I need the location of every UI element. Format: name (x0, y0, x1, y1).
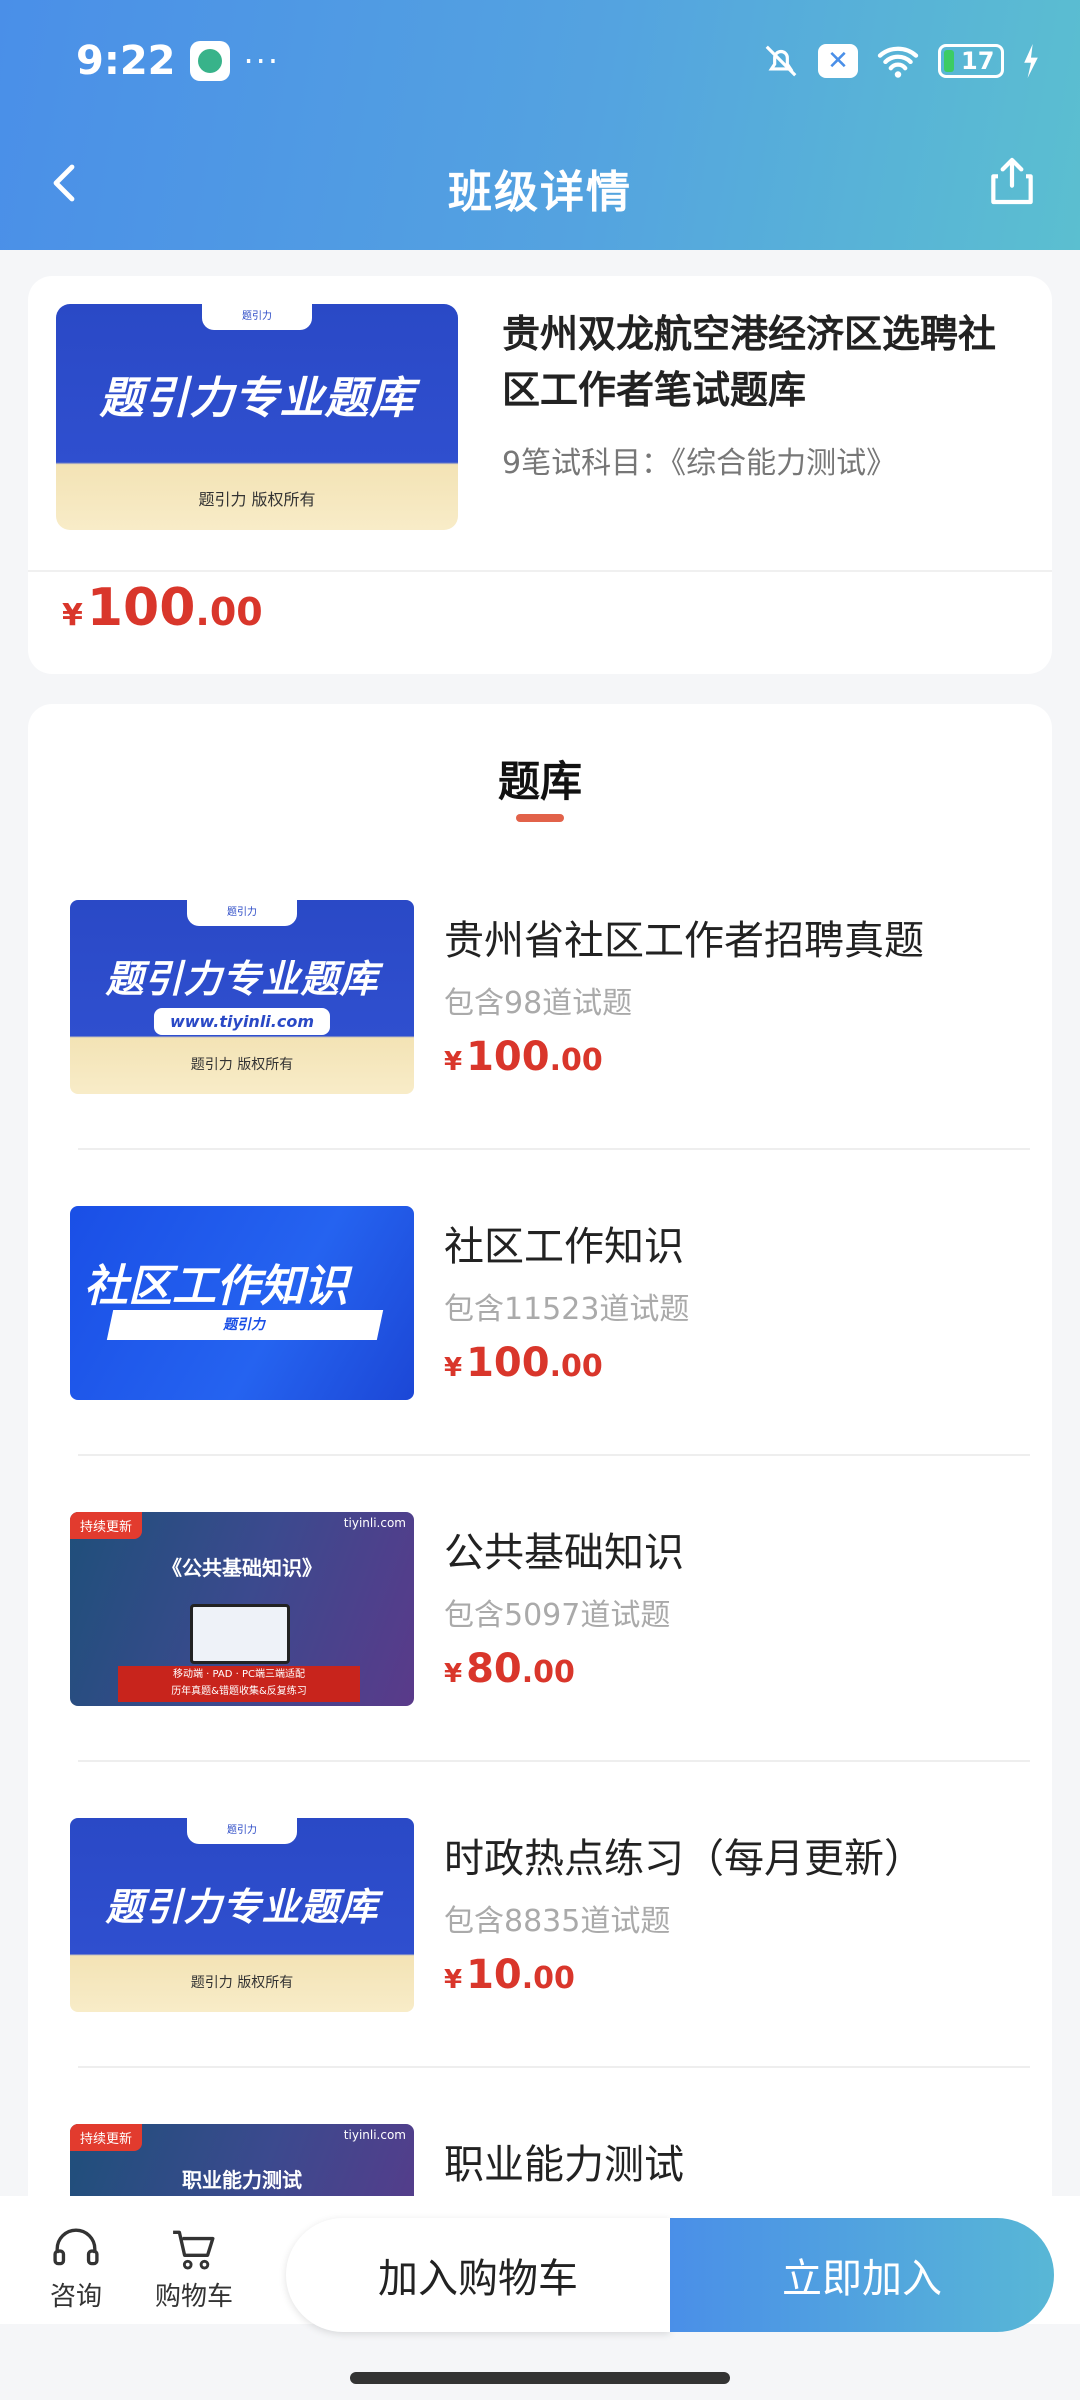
consult-button[interactable]: 咨询 (46, 2226, 106, 2313)
price-integer: 100 (466, 1034, 550, 1080)
cover-title: 社区工作知识 (84, 1261, 348, 1312)
divider (28, 570, 1052, 572)
consult-label: 咨询 (49, 2282, 102, 2312)
item-price: ¥10.00 (444, 1952, 575, 1998)
currency-symbol: ¥ (444, 1353, 463, 1383)
divider (78, 1148, 1030, 1150)
price-integer: 80 (466, 1646, 522, 1692)
cover-band: 移动端 · PAD · PC端三端适配 历年真题&错题收集&反复练习 (118, 1666, 360, 1702)
x-app-icon: ✕ (818, 44, 858, 78)
battery-icon: 17 (938, 44, 1004, 78)
header: 9:22 ··· ✕ 17 班级详情 (0, 0, 1080, 250)
price-decimal: .00 (549, 1043, 603, 1078)
status-icons: ✕ 17 (762, 42, 1040, 80)
section-tab-indicator (516, 814, 564, 822)
item-cover-image: 持续更新 tiyinli.com 《公共基础知识》 移动端 · PAD · PC… (70, 1512, 414, 1706)
status-bar: 9:22 ··· ✕ 17 (76, 36, 1040, 86)
price-decimal: .00 (521, 1961, 575, 1996)
question-bank-card: 题库 题引力 题引力专业题库 www.tiyinli.com 题引力 版权所有 … (28, 704, 1052, 2224)
bottom-action-bar: 咨询 购物车 加入购物车 立即加入 (0, 2196, 1080, 2332)
bank-item[interactable]: 题引力 题引力专业题库 www.tiyinli.com 题引力 版权所有 贵州省… (70, 900, 1030, 1206)
charging-icon (1024, 44, 1038, 78)
divider (78, 1760, 1030, 1762)
cover-bar: 题引力 (106, 1310, 384, 1340)
cart-button[interactable]: 购物车 (146, 2226, 242, 2313)
item-name: 社区工作知识 (444, 1224, 684, 1270)
item-price: ¥80.00 (444, 1646, 575, 1692)
item-price: ¥100.00 (444, 1034, 603, 1080)
cover-footer: 题引力 版权所有 (190, 1975, 294, 1991)
price-decimal: .00 (195, 590, 263, 634)
divider (78, 1454, 1030, 1456)
item-name: 职业能力测试 (444, 2142, 684, 2188)
price-decimal: .00 (521, 1655, 575, 1690)
item-question-count: 包含5097道试题 (444, 1598, 671, 1633)
item-name: 时政热点练习（每月更新） (444, 1836, 924, 1882)
cover-tab: 题引力 (202, 304, 312, 330)
app-notification-icon (189, 41, 230, 81)
course-subject: 9笔试科目：《综合能力测试》 (502, 446, 897, 481)
price-integer: 100 (86, 578, 196, 638)
device-illustration (190, 1604, 290, 1664)
divider (78, 2066, 1030, 2068)
battery-level: 17 (961, 47, 995, 75)
cover-footer: 题引力 版权所有 (198, 490, 316, 509)
cover-url: www.tiyinli.com (153, 1008, 331, 1035)
cover-brand: tiyinli.com (343, 1516, 406, 1530)
cover-band-line: 移动端 · PAD · PC端三端适配 (172, 1669, 306, 1680)
status-time: 9:22 (76, 38, 176, 84)
cover-heading: 《公共基础知识》 (162, 1556, 322, 1580)
price-integer: 10 (466, 1952, 522, 1998)
course-title: 贵州双龙航空港经济区选聘社区工作者笔试题库 (502, 312, 997, 412)
cover-band-line: 历年真题&错题收集&反复练习 (171, 1686, 307, 1697)
headset-icon (53, 2228, 99, 2266)
item-question-count: 包含8835道试题 (444, 1904, 671, 1939)
bank-item[interactable]: 题引力 题引力专业题库 题引力 版权所有 时政热点练习（每月更新） 包含8835… (70, 1818, 1030, 2124)
share-icon[interactable] (984, 152, 1040, 210)
page-title: 班级详情 (448, 167, 632, 218)
mute-bell-icon (765, 45, 797, 77)
item-name: 贵州省社区工作者招聘真题 (444, 918, 924, 964)
cover-title: 题引力专业题库 (105, 1885, 379, 1929)
section-title[interactable]: 题库 (28, 748, 1052, 809)
cover-tab: 题引力 (187, 1818, 297, 1844)
currency-symbol: ¥ (444, 1659, 463, 1689)
bank-item[interactable]: 社区工作知识 题引力 社区工作知识 包含11523道试题 ¥100.00 (70, 1206, 1030, 1512)
item-question-count: 包含11523道试题 (444, 1292, 690, 1327)
cover-badge: 持续更新 (70, 1512, 143, 1539)
wifi-icon (877, 46, 919, 78)
add-to-cart-button[interactable]: 加入购物车 (286, 2218, 670, 2332)
price-decimal: .00 (549, 1349, 603, 1384)
cover-heading: 职业能力测试 (182, 2168, 302, 2192)
join-now-button[interactable]: 立即加入 (670, 2218, 1054, 2332)
item-cover-image: 题引力 题引力专业题库 www.tiyinli.com 题引力 版权所有 (70, 900, 414, 1094)
bank-item[interactable]: 持续更新 tiyinli.com 《公共基础知识》 移动端 · PAD · PC… (70, 1512, 1030, 1818)
nav-bar: 班级详情 (0, 148, 1080, 218)
cart-label: 购物车 (154, 2282, 233, 2312)
cover-tab: 题引力 (187, 900, 297, 926)
item-name: 公共基础知识 (444, 1530, 684, 1576)
item-price: ¥100.00 (444, 1340, 603, 1386)
cover-title: 题引力专业题库 (99, 373, 415, 424)
price-integer: 100 (466, 1340, 550, 1386)
course-price: ¥100.00 (62, 578, 263, 638)
cart-icon (173, 2230, 215, 2270)
currency-symbol: ¥ (444, 1965, 463, 1995)
cover-title: 题引力专业题库 (105, 957, 379, 1001)
cover-footer: 题引力 版权所有 (190, 1057, 294, 1073)
cover-brand: tiyinli.com (343, 2128, 406, 2142)
cover-badge: 持续更新 (70, 2124, 143, 2151)
course-cover-image: 题引力 题引力专业题库 题引力 版权所有 (56, 304, 458, 530)
item-cover-image: 题引力 题引力专业题库 题引力 版权所有 (70, 1818, 414, 2012)
currency-symbol: ¥ (62, 598, 83, 633)
item-question-count: 包含98道试题 (444, 986, 633, 1021)
item-cover-image: 社区工作知识 题引力 (70, 1206, 414, 1400)
currency-symbol: ¥ (444, 1047, 463, 1077)
more-notifications-icon: ··· (243, 42, 281, 80)
course-card: 题引力 题引力专业题库 题引力 版权所有 贵州双龙航空港经济区选聘社区工作者笔试… (28, 276, 1052, 674)
home-indicator[interactable] (350, 2372, 730, 2384)
